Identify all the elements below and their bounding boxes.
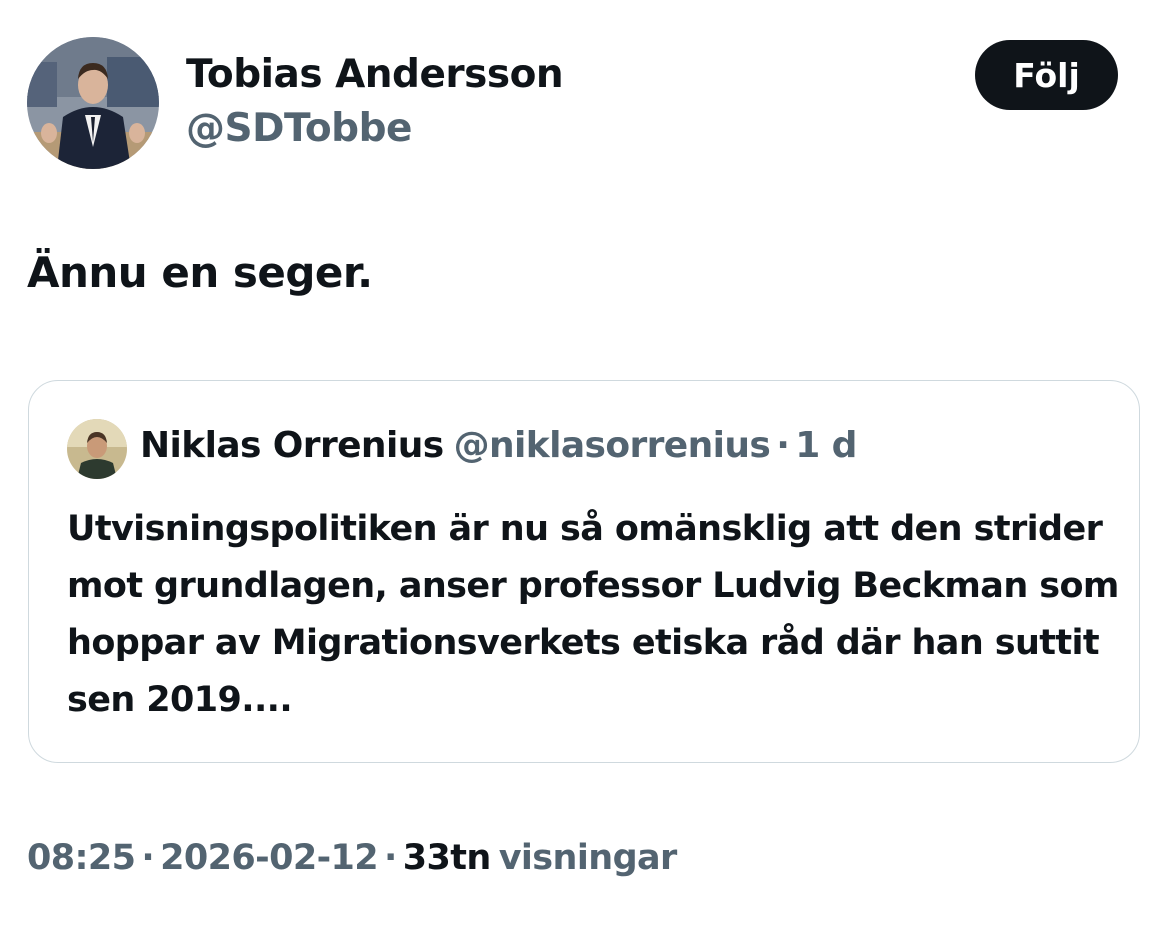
author-avatar[interactable] (27, 37, 159, 169)
quoted-separator: · (776, 425, 790, 466)
quoted-tweet-card[interactable]: Niklas Orrenius @niklasorrenius · 1 d Utvis… (28, 380, 1140, 763)
tweet-meta: 08:25 · 2026-02-12 · 33tn visningar (27, 838, 677, 878)
views-count: 33tn (402, 838, 492, 878)
meta-separator: · (141, 838, 155, 878)
quoted-tweet-header: Niklas Orrenius @niklasorrenius · 1 d (140, 425, 857, 466)
author-avatar-image (27, 37, 159, 169)
follow-button[interactable]: Följ (975, 40, 1118, 110)
meta-separator: · (384, 838, 397, 878)
tweet-text: Ännu en seger. (27, 248, 373, 297)
author-name[interactable]: Tobias Andersson (186, 52, 564, 97)
quoted-tweet-text: Utvisningspolitiken är nu så omänsklig a… (67, 509, 1119, 720)
quoted-author-handle[interactable]: @niklasorrenius (454, 425, 771, 466)
tweet-date[interactable]: 2026-02-12 (160, 838, 378, 878)
quoted-author-name[interactable]: Niklas Orrenius (140, 425, 444, 466)
quoted-author-avatar-image (67, 419, 127, 479)
views-label: visningar (498, 838, 678, 878)
author-handle[interactable]: @SDTobbe (186, 106, 412, 151)
tweet-time[interactable]: 08:25 (27, 838, 136, 878)
quoted-author-avatar[interactable] (67, 419, 127, 479)
quoted-timestamp[interactable]: 1 d (795, 425, 857, 466)
